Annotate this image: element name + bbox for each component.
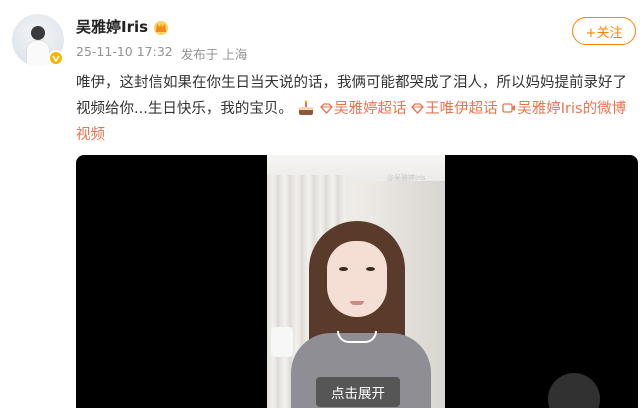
topic-link-2[interactable]: 王唯伊超话	[411, 101, 498, 117]
birthday-cake-icon	[299, 100, 314, 115]
video-frame: @吴雅婷Iris	[267, 155, 445, 408]
frame-cup	[271, 327, 293, 357]
topic-label-2: 王唯伊超话	[425, 101, 498, 117]
expand-video-button[interactable]: 点击展开	[316, 377, 400, 407]
video-camera-icon	[502, 103, 516, 113]
frame-person-collar	[337, 331, 377, 343]
frame-person-eye-left	[339, 267, 348, 271]
post-meta: 25-11-10 17:32 发布于 上海	[76, 44, 247, 63]
author-name[interactable]: 吴雅婷Iris	[76, 16, 148, 37]
avatar-figure-head	[31, 26, 45, 40]
post-location: 发布于 上海	[180, 47, 248, 62]
frame-person-face	[327, 241, 387, 317]
topic-label-1: 吴雅婷超话	[334, 101, 407, 117]
super-topic-diamond-icon	[320, 103, 333, 114]
verified-v-icon	[48, 50, 64, 66]
author-name-row: 吴雅婷Iris	[76, 16, 170, 37]
topic-link-1[interactable]: 吴雅婷超话	[320, 101, 407, 117]
post-body: 唯伊，这封信如果在你生日当天说的话，我俩可能都哭成了泪人，所以妈妈提前录好了视频…	[76, 70, 638, 148]
frame-person-mouth	[350, 301, 364, 305]
follow-button[interactable]: +关注	[572, 17, 636, 45]
post-timestamp[interactable]: 25-11-10 17:32	[76, 44, 173, 63]
super-topic-diamond-icon	[411, 103, 425, 114]
play-icon[interactable]	[548, 373, 600, 408]
avatar-figure-body	[26, 40, 50, 66]
video-player[interactable]: @吴雅婷Iris 点击展开	[76, 155, 638, 408]
frame-person-eye-right	[366, 267, 375, 271]
video-watermark: @吴雅婷Iris	[387, 174, 426, 182]
crown-icon	[154, 20, 169, 35]
